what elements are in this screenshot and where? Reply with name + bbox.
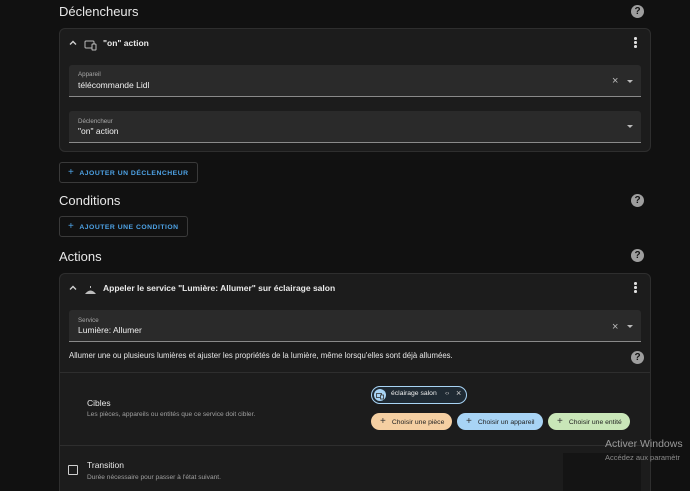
transition-checkbox[interactable] (68, 465, 78, 475)
trigger-card-title: "on" action (103, 38, 149, 48)
chevron-down-icon[interactable] (627, 80, 633, 83)
service-field-value: Lumière: Allumer (78, 325, 142, 335)
transition-subtitle: Durée nécessaire pour passer à l'état su… (87, 474, 221, 481)
remote-device-icon (84, 38, 97, 51)
add-trigger-label: AJOUTER UN DÉCLENCHEUR (79, 170, 189, 177)
device-icon (374, 389, 386, 401)
add-trigger-button[interactable]: + AJOUTER UN DÉCLENCHEUR (59, 162, 198, 183)
triggers-help-icon[interactable]: ? (631, 5, 644, 18)
trigger-type-field-label: Déclencheur (78, 118, 113, 125)
service-field-label: Service (78, 317, 99, 324)
chevron-down-icon[interactable] (627, 125, 633, 128)
plus-icon: + (466, 416, 472, 427)
more-options-icon[interactable] (634, 37, 638, 50)
device-field-label: Appareil (78, 71, 101, 78)
action-card-header[interactable]: Appeler le service "Lumière: Allumer" su… (60, 274, 650, 304)
trigger-type-field[interactable]: Déclencheur "on" action (69, 111, 641, 143)
chevron-up-icon[interactable] (68, 283, 78, 293)
conditions-help-icon[interactable]: ? (631, 194, 644, 207)
add-condition-label: AJOUTER UNE CONDITION (79, 224, 179, 231)
service-help-icon[interactable]: ? (631, 351, 644, 364)
chevron-down-icon[interactable] (627, 325, 633, 328)
plus-icon: + (68, 221, 75, 232)
add-condition-button[interactable]: + AJOUTER UNE CONDITION (59, 216, 188, 237)
trigger-type-field-value: "on" action (78, 126, 119, 136)
targets-subtitle: Les pièces, appareils ou entités que ce … (87, 411, 256, 418)
selected-entity-chip[interactable]: éclairage salon ‹› × (371, 386, 467, 404)
plus-icon: + (557, 416, 563, 427)
windows-activation-title: Activer Windows (605, 438, 683, 450)
transition-title: Transition (87, 460, 125, 470)
choose-device-button[interactable]: + Choisir un appareil (457, 413, 543, 430)
expand-icon[interactable]: ‹› (445, 390, 449, 397)
plus-icon: + (380, 416, 386, 427)
choose-device-label: Choisir un appareil (477, 419, 535, 426)
device-field[interactable]: Appareil télécommande Lidl × (69, 65, 641, 97)
actions-help-icon[interactable]: ? (631, 249, 644, 262)
triggers-section-title: Déclencheurs (59, 4, 139, 19)
more-options-icon[interactable] (634, 282, 638, 295)
divider (60, 445, 650, 446)
actions-section-title: Actions (59, 249, 102, 264)
trigger-card-header[interactable]: "on" action (60, 29, 650, 59)
choose-room-label: Choisir une pièce (391, 419, 445, 426)
choose-entity-label: Choisir une entité (568, 419, 622, 426)
service-description: Allumer une ou plusieurs lumières et aju… (69, 351, 453, 360)
targets-title: Cibles (87, 398, 111, 408)
clear-icon[interactable]: × (612, 76, 618, 87)
selected-entity-label: éclairage salon (391, 390, 437, 397)
plus-icon: + (68, 167, 75, 178)
action-card-title: Appeler le service "Lumière: Allumer" su… (103, 283, 336, 293)
divider (60, 372, 650, 373)
windows-activation-subtitle: Accédez aux paramètr (605, 453, 681, 462)
remove-chip-icon[interactable]: × (456, 388, 461, 398)
conditions-section-title: Conditions (59, 193, 121, 208)
service-field[interactable]: Service Lumière: Allumer × (69, 310, 641, 342)
choose-entity-button[interactable]: + Choisir une entité (548, 413, 630, 430)
trigger-card: "on" action Appareil télécommande Lidl ×… (59, 28, 651, 152)
choose-room-button[interactable]: + Choisir une pièce (371, 413, 453, 430)
clear-icon[interactable]: × (612, 322, 618, 333)
ceiling-light-icon (84, 283, 97, 294)
device-field-value: télécommande Lidl (78, 80, 150, 90)
chevron-up-icon[interactable] (68, 38, 78, 48)
